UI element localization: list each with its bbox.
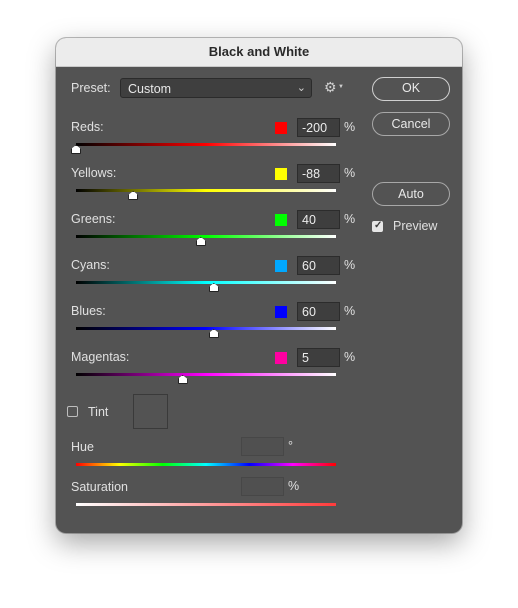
preset-label: Preset:: [71, 81, 111, 95]
blues-label: Blues:: [71, 304, 106, 318]
chevron-down-icon: ⌄: [296, 82, 306, 94]
magentas-swatch: [275, 352, 287, 364]
preview-checkbox[interactable]: ✓: [372, 220, 383, 232]
saturation-percent: %: [288, 479, 300, 493]
cancel-button[interactable]: Cancel: [372, 112, 450, 136]
cyans-label: Cyans:: [71, 258, 110, 272]
magentas-label: Magentas:: [71, 350, 130, 364]
preview-label: Preview: [393, 219, 438, 233]
blues-slider-track[interactable]: [76, 327, 336, 330]
greens-value-field[interactable]: 40: [297, 210, 340, 229]
yellows-value: -88: [302, 167, 321, 181]
preset-dropdown[interactable]: Custom ⌄: [120, 78, 312, 98]
magentas-value-field[interactable]: 5: [297, 348, 340, 367]
cyans-percent: %: [344, 258, 356, 272]
saturation-slider-track[interactable]: [76, 503, 336, 506]
reds-label: Reds:: [71, 120, 104, 134]
cyans-value-field[interactable]: 60: [297, 256, 340, 275]
blues-value-field[interactable]: 60: [297, 302, 340, 321]
preset-value: Custom: [128, 82, 172, 96]
blues-value: 60: [302, 305, 316, 319]
greens-swatch: [275, 214, 287, 226]
yellows-percent: %: [344, 166, 356, 180]
hue-value-field[interactable]: [241, 437, 284, 456]
magentas-slider-track[interactable]: [76, 373, 336, 376]
cyans-slider-track[interactable]: [76, 281, 336, 284]
yellows-slider-track[interactable]: [76, 189, 336, 192]
tint-checkbox[interactable]: [67, 406, 78, 417]
magentas-percent: %: [344, 350, 356, 364]
tint-color-swatch[interactable]: [133, 394, 168, 429]
reds-swatch: [275, 122, 287, 134]
cyans-value: 60: [302, 259, 316, 273]
channel-row-cyans: Cyans: 60 %: [56, 256, 366, 298]
hue-slider-track[interactable]: [76, 463, 336, 466]
greens-label: Greens:: [71, 212, 116, 226]
greens-slider-thumb[interactable]: [195, 237, 206, 246]
reds-slider-thumb[interactable]: [71, 145, 81, 154]
yellows-slider-thumb[interactable]: [128, 191, 139, 200]
channel-row-reds: Reds: -200 %: [56, 118, 366, 160]
dialog-title: Black and White: [208, 44, 310, 59]
ok-button[interactable]: OK: [372, 77, 450, 101]
channel-row-yellows: Yellows: -88 %: [56, 164, 366, 206]
yellows-swatch: [275, 168, 287, 180]
greens-percent: %: [344, 212, 356, 226]
caret-down-icon[interactable]: ▼: [338, 84, 344, 90]
reds-slider-track[interactable]: [76, 143, 336, 146]
blues-percent: %: [344, 304, 356, 318]
magentas-slider-thumb[interactable]: [177, 375, 188, 384]
saturation-label: Saturation: [71, 480, 128, 494]
cyans-swatch: [275, 260, 287, 272]
hue-degree-unit: °: [288, 439, 293, 453]
channel-row-magentas: Magentas: 5 %: [56, 348, 366, 390]
greens-value: 40: [302, 213, 316, 227]
cyans-slider-thumb[interactable]: [208, 283, 219, 292]
reds-percent: %: [344, 120, 356, 134]
channel-row-greens: Greens: 40 %: [56, 210, 366, 252]
reds-value-field[interactable]: -200: [297, 118, 340, 137]
black-and-white-dialog: Black and White Preset: Custom ⌄ ⚙ ▼ OK …: [56, 38, 462, 533]
channel-row-blues: Blues: 60 %: [56, 302, 366, 344]
checkmark-icon: ✓: [374, 220, 383, 231]
reds-value: -200: [302, 121, 328, 135]
auto-button[interactable]: Auto: [372, 182, 450, 206]
magentas-value: 5: [302, 351, 309, 365]
tint-label: Tint: [88, 405, 109, 419]
title-bar[interactable]: Black and White: [56, 38, 462, 67]
blues-swatch: [275, 306, 287, 318]
greens-slider-track[interactable]: [76, 235, 336, 238]
gear-icon[interactable]: ⚙: [324, 79, 337, 96]
saturation-value-field[interactable]: [241, 477, 284, 496]
yellows-label: Yellows:: [71, 166, 117, 180]
hue-label: Hue: [71, 440, 94, 454]
yellows-value-field[interactable]: -88: [297, 164, 340, 183]
blues-slider-thumb[interactable]: [208, 329, 219, 338]
